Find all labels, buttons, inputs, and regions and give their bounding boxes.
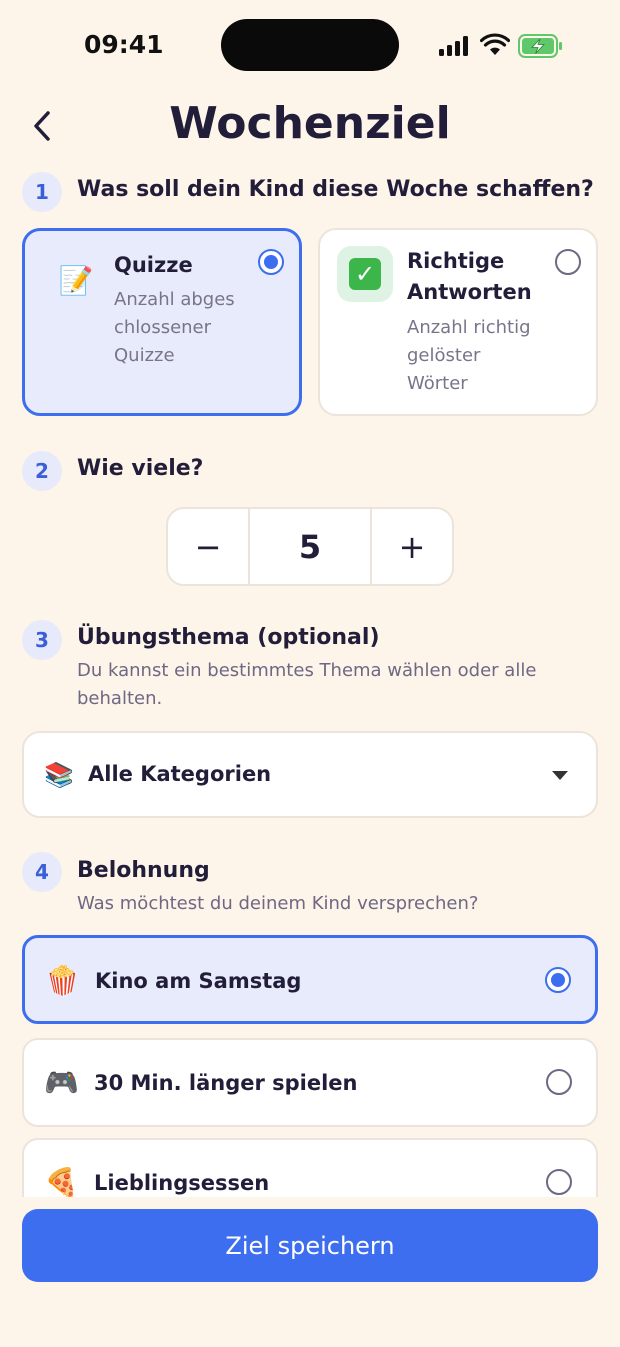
memo-icon: 📝 <box>58 263 94 297</box>
quantity-value: 5 <box>248 509 372 584</box>
reward-option-label: 30 Min. länger spielen <box>94 1071 358 1095</box>
goal-option-quizze[interactable]: 📝 Quizze Anzahl abges chlossener Quizze <box>22 228 302 416</box>
books-icon: 📚 <box>44 761 74 789</box>
reward-option-radio[interactable] <box>546 1069 572 1095</box>
quantity-stepper: − 5 + <box>166 507 454 586</box>
step-subtitle-reward: Was möchtest du deinem Kind versprechen? <box>77 893 479 914</box>
step-number-3: 3 <box>22 620 62 660</box>
category-select-value: Alle Kategorien <box>88 762 272 786</box>
cellular-signal-icon <box>439 36 468 56</box>
decrement-button[interactable]: − <box>168 509 248 584</box>
step-subtitle-topic: Du kannst ein bestimmtes Thema wählen od… <box>77 660 537 709</box>
save-goal-button[interactable]: Ziel speichern <box>22 1209 598 1282</box>
step-title-reward: Belohnung <box>77 858 210 883</box>
game-controller-icon: 🎮 <box>44 1066 79 1099</box>
step-number-2: 2 <box>22 451 62 491</box>
reward-option-spielen[interactable]: 🎮 30 Min. länger spielen <box>22 1038 598 1127</box>
step-title-topic: Übungsthema (optional) <box>77 625 380 650</box>
reward-list: 🍿 Kino am Samstag 🎮 30 Min. länger spiel… <box>0 930 620 1197</box>
dynamic-island <box>221 19 399 71</box>
battery-charging-icon <box>518 34 562 58</box>
reward-option-radio[interactable] <box>546 1169 572 1195</box>
status-bar: 09:41 <box>0 0 620 92</box>
goal-option-description: Anzahl richtig gelöster Wörter <box>407 317 531 394</box>
check-mark-icon: ✓ <box>337 246 393 302</box>
reward-option-lieblingsessen[interactable]: 🍕 Lieblingsessen <box>22 1138 598 1197</box>
goal-option-richtige-antworten[interactable]: ✓ Richtige Antworten Anzahl richtig gelö… <box>318 228 598 416</box>
reward-option-radio[interactable] <box>545 967 571 993</box>
goal-option-radio[interactable] <box>258 249 284 275</box>
reward-option-label: Lieblingsessen <box>94 1171 270 1195</box>
goal-option-description: Anzahl abges chlossener Quizze <box>114 289 235 366</box>
goal-option-title: Quizze <box>114 253 193 277</box>
wifi-icon <box>480 33 510 55</box>
reward-option-label: Kino am Samstag <box>95 969 302 993</box>
goal-option-radio[interactable] <box>555 249 581 275</box>
dropdown-caret-icon <box>552 771 568 780</box>
step-number-1: 1 <box>22 172 62 212</box>
status-time: 09:41 <box>84 30 164 59</box>
pizza-icon: 🍕 <box>44 1166 79 1197</box>
step-title-count: Wie viele? <box>77 456 204 481</box>
goal-option-title: Richtige Antworten <box>407 249 532 304</box>
increment-button[interactable]: + <box>372 509 452 584</box>
step-number-4: 4 <box>22 852 62 892</box>
page-title: Wochenziel <box>169 98 451 149</box>
popcorn-icon: 🍿 <box>45 964 80 997</box>
reward-option-kino[interactable]: 🍿 Kino am Samstag <box>22 935 598 1024</box>
step-title-goal-type: Was soll dein Kind diese Woche schaffen? <box>77 177 594 202</box>
category-select[interactable]: 📚 Alle Kategorien <box>22 731 598 818</box>
